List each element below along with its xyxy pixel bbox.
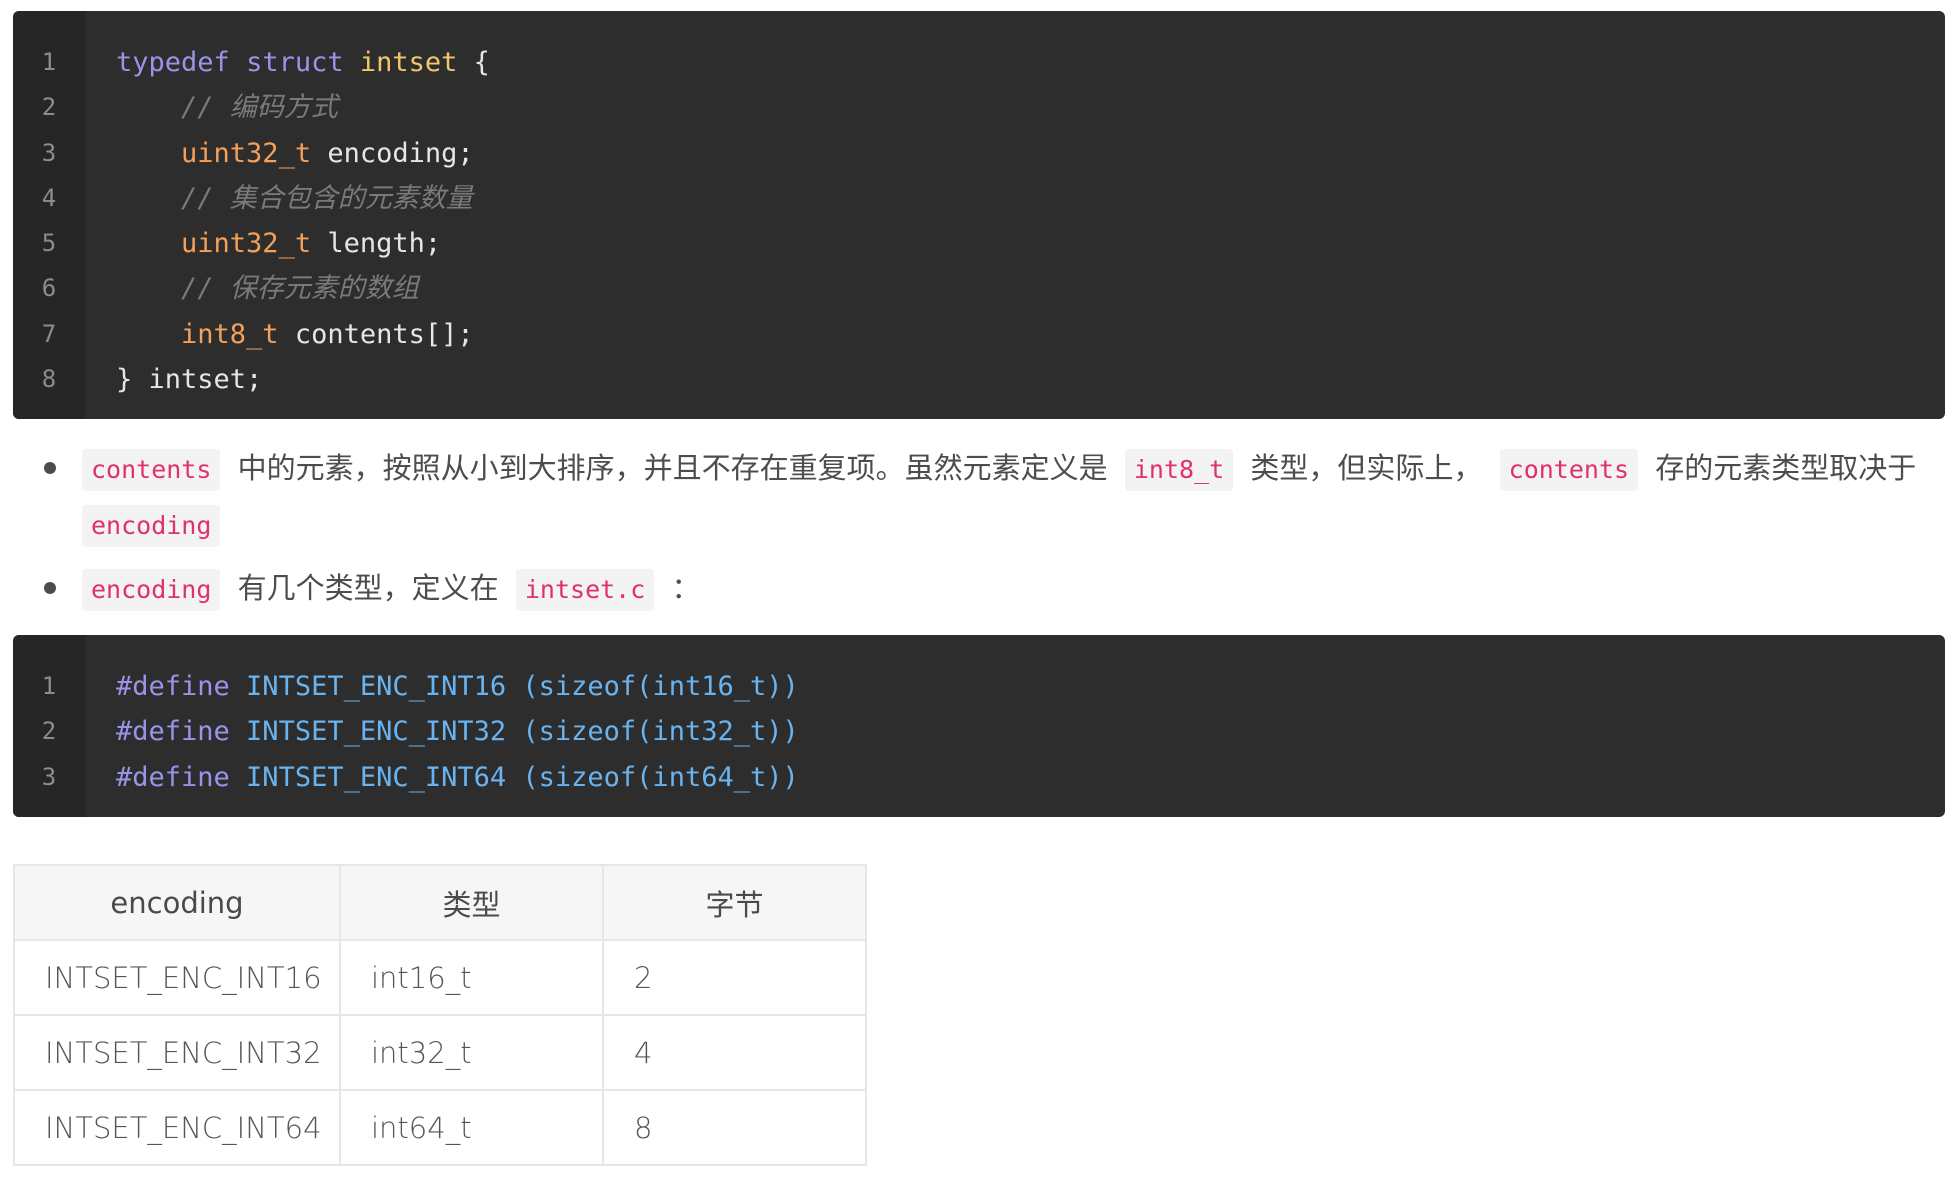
header-encoding: encoding xyxy=(13,864,341,941)
line-number: 8 xyxy=(41,365,57,394)
code-token: uint32_t xyxy=(181,228,312,260)
inline-code: encoding xyxy=(82,505,221,547)
paragraph-text: 中的元素，按照从小到大排序，并且不存在重复项。虽然元素定义是 xyxy=(237,451,1108,485)
table-row: INTSET_ENC_INT64 int64_t 8 xyxy=(13,1089,867,1166)
code-token: // 保存元素的数组 xyxy=(181,273,419,305)
code-token: encoding; xyxy=(311,137,474,169)
paragraph-text: 有几个类型，定义在 xyxy=(237,571,499,605)
paragraph-text: 存的元素类型取决于 xyxy=(1655,451,1917,485)
code-token: length; xyxy=(311,228,442,260)
cell-bytes: 4 xyxy=(602,1014,867,1091)
line-number: 2 xyxy=(41,93,57,122)
line-number: 5 xyxy=(41,229,57,258)
code-line: // 集合包含的元素数量 xyxy=(116,176,1945,221)
inline-code: encoding xyxy=(82,569,221,611)
line-number: 2 xyxy=(41,717,57,746)
code-token: INTSET_ENC_INT32 (sizeof(int32_t)) xyxy=(229,716,799,748)
code-token: struct xyxy=(246,47,344,78)
code-line: uint32_t encoding; xyxy=(116,131,1945,176)
code-token: INTSET_ENC_INT64 (sizeof(int64_t)) xyxy=(229,761,799,793)
cell-type: int64_t xyxy=(339,1089,604,1166)
code-line: typedef struct intset { xyxy=(116,40,1945,85)
cell-bytes: 2 xyxy=(602,939,867,1016)
code-token: #define xyxy=(116,716,230,748)
line-number: 3 xyxy=(41,138,57,167)
cell-encoding: INTSET_ENC_INT32 xyxy=(13,1014,341,1091)
code-block-intset-struct: 1 2 3 4 5 6 7 8 typedef struct intset { // 编码方式… xyxy=(13,11,1945,419)
cell-encoding: INTSET_ENC_INT64 xyxy=(13,1089,341,1166)
line-number: 1 xyxy=(41,48,57,76)
code-line: uint32_t length; xyxy=(116,221,1945,266)
line-number: 6 xyxy=(41,274,57,303)
paragraph-text: ： xyxy=(671,571,701,605)
code-token: intset xyxy=(359,47,458,78)
header-bytes: 字节 xyxy=(602,864,867,941)
header-type: 类型 xyxy=(339,864,604,941)
paragraph-text: 类型，但实际上， xyxy=(1250,451,1483,485)
bullet-list: contents 中的元素，按照从小到大排序，并且不存在重复项。虽然元素定义是 … xyxy=(0,440,1948,616)
code-line: #define INTSET_ENC_INT32 (sizeof(int32_t… xyxy=(116,709,1945,754)
cell-type: int16_t xyxy=(339,939,604,1016)
table-row: INTSET_ENC_INT32 int32_t 4 xyxy=(13,1014,867,1091)
code-content: typedef struct intset { // 编码方式 uint32_t… xyxy=(85,11,1945,419)
cell-bytes: 8 xyxy=(602,1089,867,1166)
code-token: int8_t xyxy=(181,318,279,350)
line-number-gutter: 1 2 3 xyxy=(13,635,85,817)
code-line: #define INTSET_ENC_INT64 (sizeof(int64_t… xyxy=(116,755,1945,800)
inline-code: contents xyxy=(82,449,221,491)
code-token: #define xyxy=(116,671,230,702)
cell-type: int32_t xyxy=(339,1014,604,1091)
code-token: } intset; xyxy=(116,364,263,396)
code-line: #define INTSET_ENC_INT16 (sizeof(int16_t… xyxy=(116,664,1945,709)
cell-encoding: INTSET_ENC_INT16 xyxy=(13,939,341,1016)
article-page: 1 2 3 4 5 6 7 8 typedef struct intset { // 编码方式… xyxy=(0,0,1948,1191)
line-number: 4 xyxy=(41,183,57,212)
code-token: // 编码方式 xyxy=(181,92,338,124)
table-row: INTSET_ENC_INT16 int16_t 2 xyxy=(13,939,867,1016)
inline-code: int8_t xyxy=(1124,449,1234,491)
code-line: int8_t contents[]; xyxy=(116,312,1945,357)
code-line: // 保存元素的数组 xyxy=(116,266,1945,311)
inline-code: intset.c xyxy=(515,569,655,611)
code-token: #define xyxy=(116,761,230,793)
code-block-encoding-defines: 1 2 3 #define INTSET_ENC_INT16 (sizeof(int… xyxy=(13,635,1945,817)
code-token: INTSET_ENC_INT16 (sizeof(int16_t)) xyxy=(229,671,799,702)
code-token: typedef xyxy=(116,47,230,78)
code-token: // 集合包含的元素数量 xyxy=(181,182,473,214)
inline-code: contents xyxy=(1499,449,1639,491)
bullet-item-contents: contents 中的元素，按照从小到大排序，并且不存在重复项。虽然元素定义是 … xyxy=(0,440,1948,552)
code-content: #define INTSET_ENC_INT16 (sizeof(int16_t… xyxy=(85,635,1945,817)
code-line: // 编码方式 xyxy=(116,85,1945,130)
code-token: contents[]; xyxy=(278,318,474,350)
line-number-gutter: 1 2 3 4 5 6 7 8 xyxy=(13,11,85,419)
bullet-dot xyxy=(44,582,56,594)
code-line: } intset; xyxy=(116,357,1945,402)
bullet-dot xyxy=(44,462,56,474)
bullet-item-encoding: encoding 有几个类型，定义在 intset.c ： xyxy=(0,560,1948,616)
line-number: 3 xyxy=(41,762,57,791)
table-header-row: encoding 类型 字节 xyxy=(13,864,867,941)
line-number: 7 xyxy=(41,319,57,348)
code-token: uint32_t xyxy=(181,137,312,169)
encoding-table: encoding 类型 字节 INTSET_ENC_INT16 int16_t … xyxy=(13,864,867,1166)
line-number: 1 xyxy=(41,672,57,700)
code-token: { xyxy=(457,47,490,78)
